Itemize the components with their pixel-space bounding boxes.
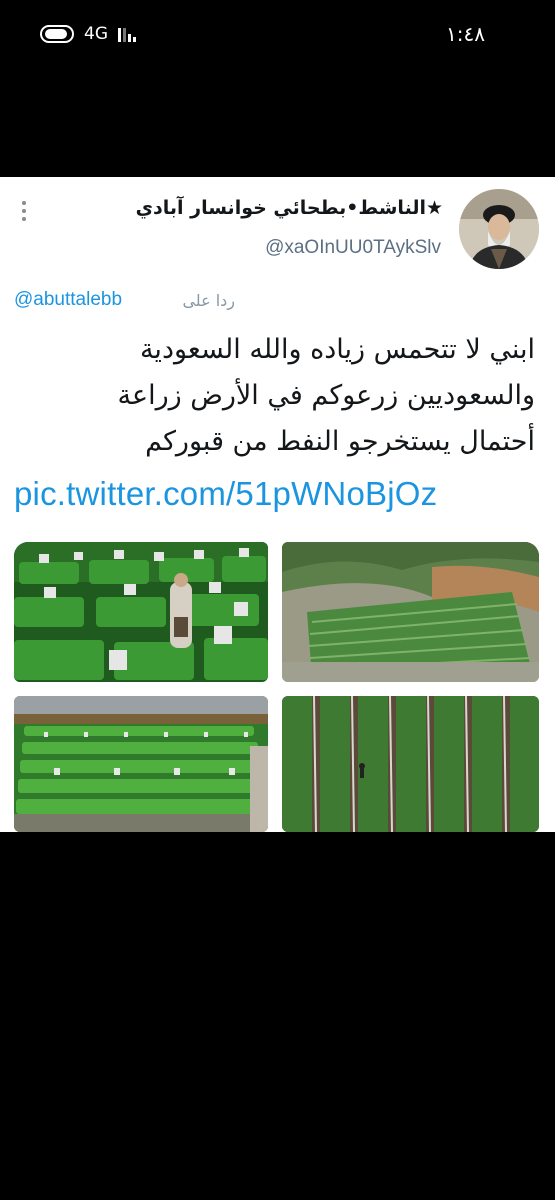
signal-icon xyxy=(118,26,136,42)
network-label: 4G xyxy=(84,24,108,44)
tweet-card[interactable]: ★الناشط•بطحائي خوانسار آبادي @xaOInUU0TA… xyxy=(0,177,555,832)
status-indicators: 4G xyxy=(40,24,136,44)
toggle-icon xyxy=(40,25,74,43)
tweet-photo-4[interactable] xyxy=(282,696,539,832)
tweet-photo-3[interactable] xyxy=(14,696,268,832)
status-time: ١:٤٨ xyxy=(446,22,485,46)
tweet-text: ابني لا تتحمس زياده والله السعودية والسع… xyxy=(15,327,535,465)
tweet-photo-2[interactable] xyxy=(282,542,539,682)
tweet-text-line: أحتمال يستخرجو النفط من قبوركم xyxy=(145,426,535,457)
more-vertical-icon[interactable] xyxy=(22,201,26,221)
reply-handle-link[interactable]: @abuttalebb xyxy=(14,289,122,311)
tweet-media-link[interactable]: pic.twitter.com/51pWNoBjOz xyxy=(14,475,437,513)
tweet-photo-1[interactable] xyxy=(14,542,268,682)
avatar[interactable] xyxy=(459,189,539,269)
status-bar: 4G ١:٤٨ xyxy=(0,0,555,80)
tweet-text-line: ابني لا تتحمس زياده والله السعودية xyxy=(139,334,535,365)
reply-prefix: ردا على xyxy=(182,291,235,310)
display-name[interactable]: ★الناشط•بطحائي خوانسار آبادي xyxy=(136,197,443,219)
user-handle[interactable]: @xaOInUU0TAykSlv xyxy=(265,237,441,259)
tweet-text-line: والسعوديين زرعوكم في الأرض زراعة xyxy=(117,380,535,411)
